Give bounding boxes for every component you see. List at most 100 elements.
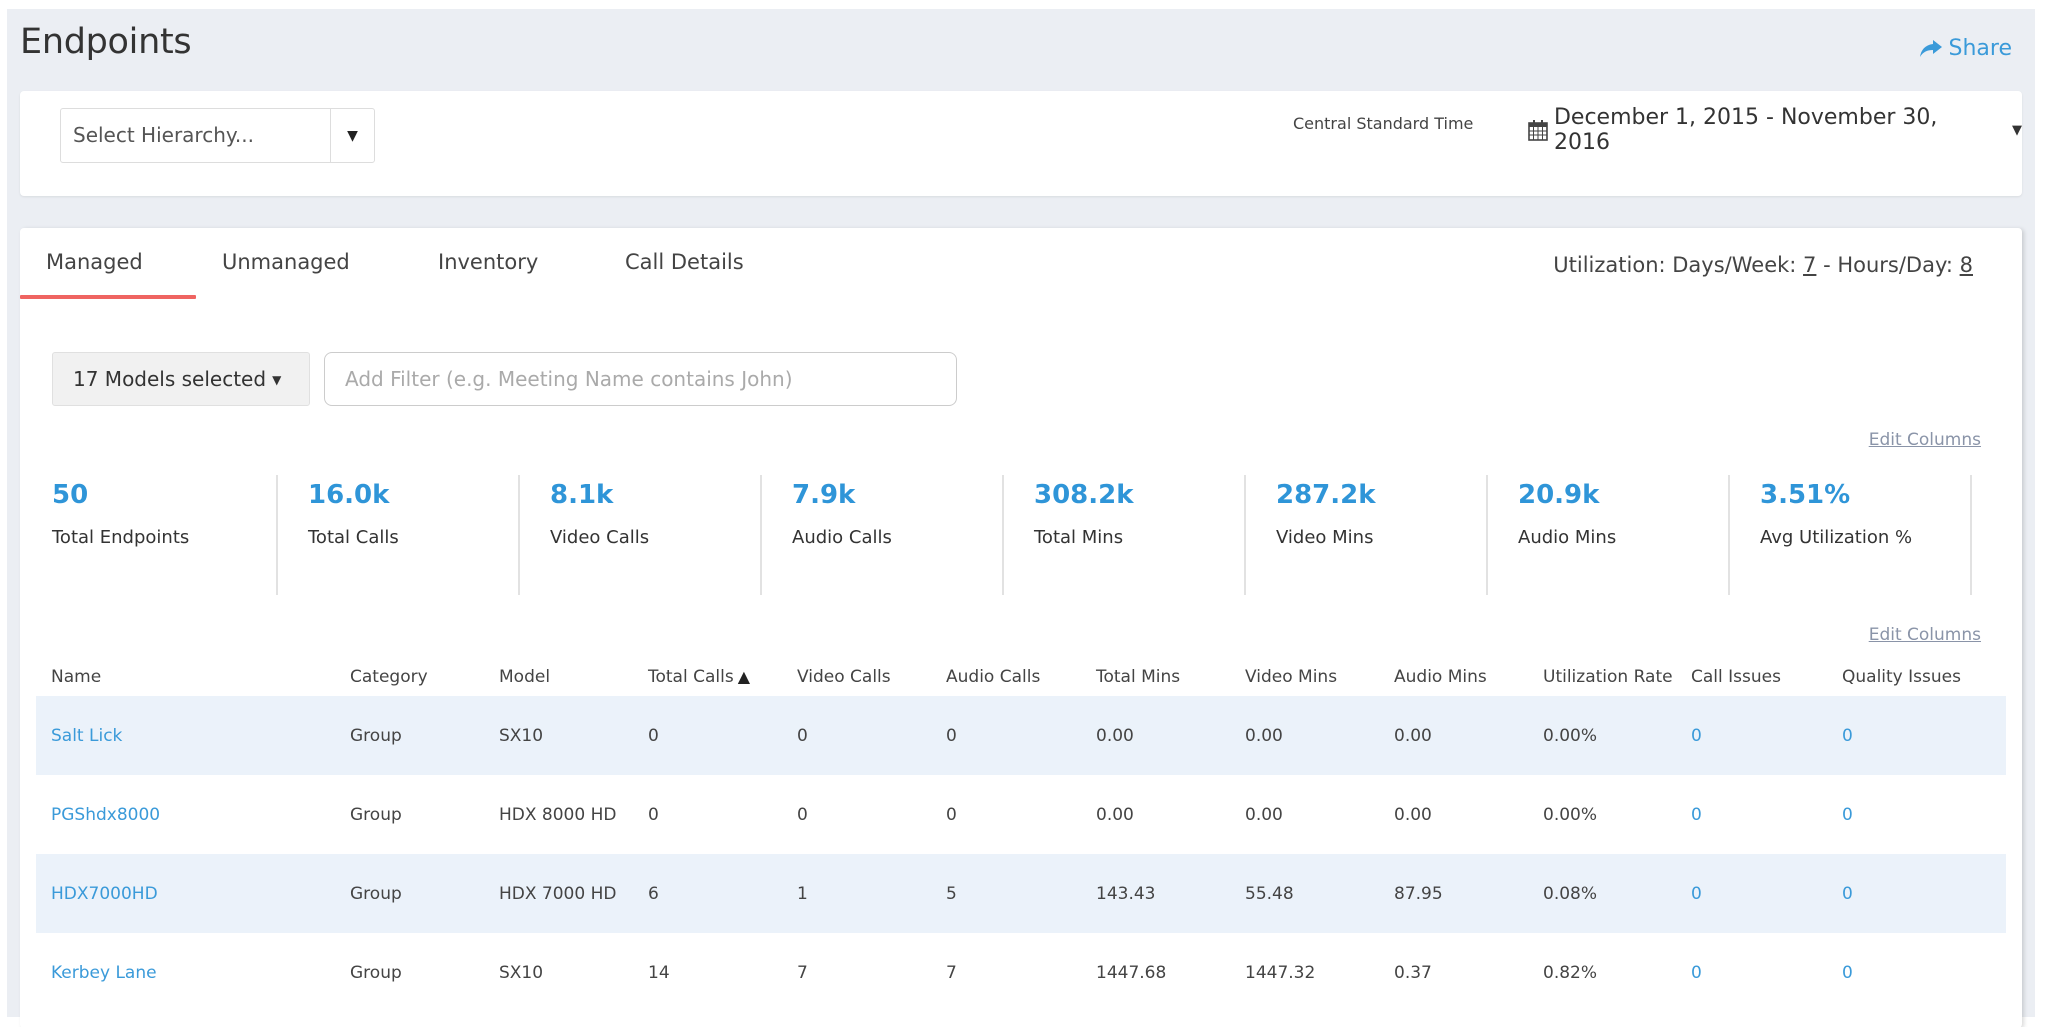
days-per-week-link[interactable]: 7 [1803,253,1816,277]
utilization-prefix: Utilization: Days/Week: [1553,253,1804,277]
column-header-video-mins[interactable]: Video Mins [1245,667,1337,687]
tab-managed[interactable]: Managed [20,250,196,299]
column-header-label: Audio Mins [1394,667,1487,687]
caret-down-icon: ▼ [272,373,282,387]
main-card: Managed Unmanaged Inventory Call Details… [20,228,2022,1027]
cell-utilization-rate: 0.82% [1543,962,1598,983]
stat-label: Avg Utilization % [1760,527,1913,548]
cell-category: Group [350,804,402,825]
cell-total-mins: 143.43 [1096,883,1156,904]
cell-name[interactable]: HDX7000HD [51,884,158,904]
column-header-video-calls[interactable]: Video Calls [797,667,891,687]
column-header-audio-mins[interactable]: Audio Mins [1394,667,1487,687]
cell-total-calls: 6 [648,883,659,904]
cell-audio-calls: 0 [946,725,957,746]
column-header-label: Video Calls [797,667,891,687]
stat-value: 308.2k [1034,480,1134,510]
cell-video-calls: 0 [797,804,808,825]
timezone-label: Central Standard Time [1293,114,1474,133]
column-header-total-mins[interactable]: Total Mins [1096,667,1180,687]
column-header-label: Utilization Rate [1543,667,1673,687]
date-range-picker[interactable]: December 1, 2015 - November 30, 2016 ▼ [1528,105,2022,155]
column-header-category[interactable]: Category [350,667,428,687]
cell-video-calls: 0 [797,725,808,746]
edit-columns-table-link[interactable]: Edit Columns [1869,625,1981,645]
sort-ascending-icon[interactable]: ▲ [738,667,750,686]
stat-label: Total Calls [308,527,399,548]
caret-down-icon[interactable]: ▼ [330,109,374,162]
cell-video-mins: 55.48 [1245,883,1294,904]
column-header-quality-issues[interactable]: Quality Issues [1842,667,1961,687]
stat-total-mins: 308.2k Total Mins [1004,475,1246,595]
utilization-separator: - Hours/Day: [1816,253,1960,277]
column-header-label: Category [350,667,428,687]
column-header-name[interactable]: Name [51,667,101,687]
table-row[interactable]: Kerbey Lane Group SX10 14 7 7 1447.68 1447.32 0.… [36,933,2006,1012]
tab-bar: Managed Unmanaged Inventory Call Details [20,250,770,299]
add-filter-input[interactable] [324,352,957,406]
cell-audio-calls: 5 [946,883,957,904]
hierarchy-select[interactable]: Select Hierarchy... ▼ [60,108,375,163]
endpoints-table: Name Category Model Total Calls ▲ Video Calls… [36,658,2006,1012]
table-body: Salt Lick Group SX10 0 0 0 0.00 0.00 0.00 0.00% 0 0… [36,696,2006,1012]
table-header: Name Category Model Total Calls ▲ Video Calls… [36,658,2006,696]
cell-quality-issues[interactable]: 0 [1842,805,1853,825]
cell-category: Group [350,962,402,983]
cell-model: SX10 [499,725,544,746]
stat-label: Total Mins [1034,527,1124,548]
edit-columns-stats-link[interactable]: Edit Columns [1869,430,1981,450]
hours-per-day-link[interactable]: 8 [1960,253,1973,277]
column-header-label: Audio Calls [946,667,1041,687]
cell-name[interactable]: Kerbey Lane [51,963,157,983]
cell-audio-calls: 0 [946,804,957,825]
stat-value: 287.2k [1276,480,1376,510]
cell-utilization-rate: 0.08% [1543,883,1598,904]
cell-call-issues[interactable]: 0 [1691,726,1702,746]
cell-total-mins: 0.00 [1096,804,1134,825]
models-dropdown-button[interactable]: 17 Models selected ▼ [52,352,310,406]
cell-name[interactable]: Salt Lick [51,726,122,746]
stat-value: 8.1k [550,480,614,510]
column-header-label: Total Mins [1096,667,1181,687]
cell-call-issues[interactable]: 0 [1691,963,1702,983]
column-header-model[interactable]: Model [499,667,550,687]
calendar-icon [1528,120,1548,141]
column-header-label: Call Issues [1691,667,1781,687]
cell-quality-issues[interactable]: 0 [1842,884,1853,904]
cell-video-mins: 0.00 [1245,804,1283,825]
cell-total-mins: 0.00 [1096,725,1134,746]
hierarchy-select-text: Select Hierarchy... [73,123,254,147]
stat-value: 20.9k [1518,480,1600,510]
tab-unmanaged[interactable]: Unmanaged [196,250,412,298]
table-row[interactable]: Salt Lick Group SX10 0 0 0 0.00 0.00 0.00 0.00% 0 0 [36,696,2006,775]
tab-inventory[interactable]: Inventory [412,250,599,298]
cell-utilization-rate: 0.00% [1543,804,1598,825]
cell-quality-issues[interactable]: 0 [1842,963,1853,983]
cell-total-calls: 14 [648,962,670,983]
share-icon [1919,39,1942,57]
stat-audio-mins: 20.9k Audio Mins [1488,475,1730,595]
table-row[interactable]: PGShdx8000 Group HDX 8000 HD 0 0 0 0.00 0.00 0.0… [36,775,2006,854]
column-header-call-issues[interactable]: Call Issues [1691,667,1781,687]
share-button[interactable]: Share [1919,36,2012,61]
column-header-utilization-rate[interactable]: Utilization Rate [1543,667,1673,687]
cell-video-calls: 1 [797,883,808,904]
cell-utilization-rate: 0.00% [1543,725,1598,746]
cell-call-issues[interactable]: 0 [1691,884,1702,904]
cell-quality-issues[interactable]: 0 [1842,726,1853,746]
column-header-audio-calls[interactable]: Audio Calls [946,667,1040,687]
cell-category: Group [350,883,402,904]
cell-name[interactable]: PGShdx8000 [51,805,160,825]
table-row[interactable]: HDX7000HD Group HDX 7000 HD 6 1 5 143.43 55.48 8… [36,854,2006,933]
column-header-label: Name [51,667,102,687]
stat-label: Total Endpoints [52,527,190,548]
column-header-label: Total Calls [648,667,734,687]
column-header-total-calls[interactable]: Total Calls ▲ [648,667,750,687]
cell-total-calls: 0 [648,804,659,825]
stat-total-calls: 16.0k Total Calls [278,475,520,595]
cell-call-issues[interactable]: 0 [1691,805,1702,825]
cell-audio-mins: 0.37 [1394,962,1432,983]
stat-video-mins: 287.2k Video Mins [1246,475,1488,595]
tab-call-details[interactable]: Call Details [599,250,770,298]
cell-audio-calls: 7 [946,962,957,983]
